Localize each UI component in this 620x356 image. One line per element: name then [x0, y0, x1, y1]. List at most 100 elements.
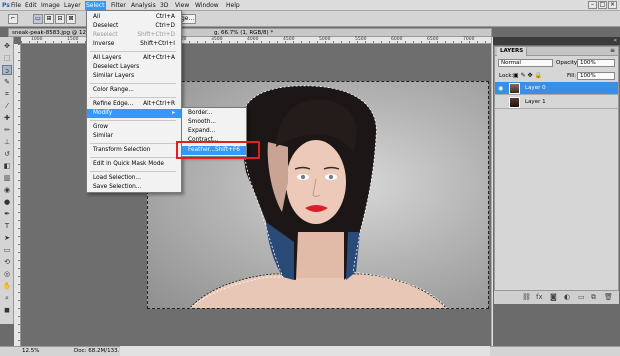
document-title-suffix: g, 66.7% (1, RGB/8) *: [214, 30, 274, 36]
menu-item-refine-edge[interactable]: Refine Edge... Alt+Ctrl+R: [87, 100, 181, 109]
dodge-tool-icon[interactable]: ●: [2, 197, 12, 207]
marquee-tool-icon[interactable]: ⬚: [2, 53, 12, 63]
eyedropper-tool-icon[interactable]: ⁄: [2, 101, 12, 111]
menu-item-similar[interactable]: Similar: [87, 132, 181, 141]
subtract-selection-icon[interactable]: ⊟: [55, 14, 65, 24]
menu-image[interactable]: Image: [41, 2, 60, 9]
lasso-tool-icon[interactable]: ↄ: [2, 65, 12, 75]
menu-item-quick-mask[interactable]: Edit in Quick Mask Mode: [87, 160, 181, 169]
menu-item-shortcut: Shift+Ctrl+D: [137, 32, 175, 38]
pen-tool-icon[interactable]: ✒: [2, 209, 12, 219]
hand-tool-icon[interactable]: ✋: [2, 281, 12, 291]
crop-tool-icon[interactable]: ⌗: [2, 89, 12, 99]
menu-item-transform-selection[interactable]: Transform Selection: [87, 146, 181, 155]
menu-item-save-selection[interactable]: Save Selection...: [87, 183, 181, 192]
link-layers-icon[interactable]: ⛓: [522, 293, 531, 301]
fx-icon[interactable]: fx: [536, 293, 543, 301]
fill-input[interactable]: 100%: [577, 72, 615, 80]
layer-row[interactable]: ◉ Layer 0: [495, 82, 618, 95]
menu-item-inverse[interactable]: Inverse Shift+Ctrl+I: [87, 40, 181, 49]
quick-select-tool-icon[interactable]: ✎: [2, 77, 12, 87]
menu-item-deselect-layers[interactable]: Deselect Layers: [87, 63, 181, 72]
close-icon[interactable]: ×: [608, 1, 617, 9]
group-icon[interactable]: ▭: [578, 293, 585, 301]
healing-tool-icon[interactable]: ✚: [2, 113, 12, 123]
zoom-tool-icon[interactable]: ⌕: [2, 293, 12, 303]
menu-item-modify[interactable]: Modify ▸: [87, 109, 181, 118]
menu-item-expand[interactable]: Expand...: [182, 127, 246, 136]
shape-tool-icon[interactable]: ▭: [2, 245, 12, 255]
document-tab[interactable]: sneak-peak-8583.jpg @ 12.5% (RGB/8) g, 6…: [8, 28, 492, 37]
add-selection-icon[interactable]: ⊞: [44, 14, 54, 24]
new-layer-icon[interactable]: ⧉: [591, 293, 596, 302]
visibility-eye-icon[interactable]: [498, 99, 505, 106]
path-select-tool-icon[interactable]: ➤: [2, 233, 12, 243]
menu-3d[interactable]: 3D: [160, 2, 168, 9]
menu-item-label: Color Range...: [93, 87, 134, 93]
menu-item-border[interactable]: Border...: [182, 109, 246, 118]
menu-item-load-selection[interactable]: Load Selection...: [87, 174, 181, 183]
menu-item-deselect[interactable]: Deselect Ctrl+D: [87, 22, 181, 31]
visibility-eye-icon[interactable]: ◉: [498, 85, 505, 92]
submenu-arrow-icon: ▸: [172, 110, 175, 116]
menu-layer[interactable]: Layer: [64, 2, 81, 9]
lock-icons[interactable]: ▣ ✎ ✥ 🔒: [513, 72, 542, 79]
menu-item-all-layers[interactable]: All Layers Alt+Ctrl+A: [87, 54, 181, 63]
history-brush-icon[interactable]: ↺: [2, 149, 12, 159]
menu-file[interactable]: File: [11, 2, 21, 9]
ruler-label: 4000: [247, 37, 259, 42]
stamp-tool-icon[interactable]: ⊥: [2, 137, 12, 147]
panel-menu-icon[interactable]: ≡: [610, 47, 615, 54]
type-tool-icon[interactable]: T: [2, 221, 12, 231]
menu-window[interactable]: Window: [195, 2, 219, 9]
ruler-label: 5000: [319, 37, 331, 42]
menu-select[interactable]: Select: [85, 1, 106, 10]
menu-analysis[interactable]: Analysis: [131, 2, 156, 9]
menu-item-label: Modify: [93, 110, 113, 116]
adjustment-layer-icon[interactable]: ◐: [564, 293, 570, 301]
3d-rotate-tool-icon[interactable]: ⟲: [2, 257, 12, 267]
ruler-label: 6500: [427, 37, 439, 42]
menu-edit[interactable]: Edit: [25, 2, 37, 9]
highlight-annotation-box: [176, 141, 260, 159]
layers-panel: LAYERS ≡ Normal Opacity: 100% Lock: ▣ ✎ …: [494, 46, 619, 304]
menu-view[interactable]: View: [175, 2, 189, 9]
horizontal-scrollbar[interactable]: [120, 346, 490, 356]
blend-mode-select[interactable]: Normal: [498, 59, 553, 67]
mask-icon[interactable]: ◙: [550, 293, 557, 301]
delete-layer-icon[interactable]: 🗑: [604, 293, 613, 301]
lasso-tool-preset-icon[interactable]: ⌐: [8, 14, 18, 24]
menu-item-grow[interactable]: Grow: [87, 123, 181, 132]
opacity-input[interactable]: 100%: [577, 59, 615, 67]
menu-item-smooth[interactable]: Smooth...: [182, 118, 246, 127]
move-tool-icon[interactable]: ✥: [2, 41, 12, 51]
layer-row[interactable]: Layer 1: [495, 96, 618, 109]
vertical-ruler: [14, 44, 21, 346]
maximize-icon[interactable]: □: [598, 1, 607, 9]
new-selection-icon[interactable]: ▭: [33, 14, 43, 24]
menu-item-color-range[interactable]: Color Range...: [87, 86, 181, 95]
gradient-tool-icon[interactable]: ▥: [2, 173, 12, 183]
panel-close-icon[interactable]: «: [613, 37, 617, 44]
zoom-level[interactable]: 12.5%: [22, 347, 39, 356]
menu-item-shortcut: Shift+Ctrl+I: [140, 41, 175, 47]
minimize-icon[interactable]: –: [588, 1, 597, 9]
menu-item-similar-layers[interactable]: Similar Layers: [87, 72, 181, 81]
tab-layers[interactable]: LAYERS: [497, 47, 528, 56]
layer-name: Layer 0: [525, 85, 546, 91]
3d-orbit-tool-icon[interactable]: ◎: [2, 269, 12, 279]
menu-item-label: Edit in Quick Mask Mode: [93, 161, 164, 167]
menu-item-label: Refine Edge...: [93, 101, 134, 107]
color-swatch-icon[interactable]: ◼: [2, 305, 12, 315]
blur-tool-icon[interactable]: ◉: [2, 185, 12, 195]
menu-filter[interactable]: Filter: [111, 2, 126, 9]
intersect-selection-icon[interactable]: ⊠: [66, 14, 76, 24]
menu-item-all[interactable]: All Ctrl+A: [87, 13, 181, 22]
menu-item-label: Border...: [188, 110, 213, 116]
eraser-tool-icon[interactable]: ◧: [2, 161, 12, 171]
menu-item-label: Reselect: [93, 32, 118, 38]
menu-item-label: Transform Selection: [93, 147, 151, 153]
ruler-label: 1000: [31, 37, 43, 42]
menu-help[interactable]: Help: [226, 2, 240, 9]
brush-tool-icon[interactable]: ✏: [2, 125, 12, 135]
